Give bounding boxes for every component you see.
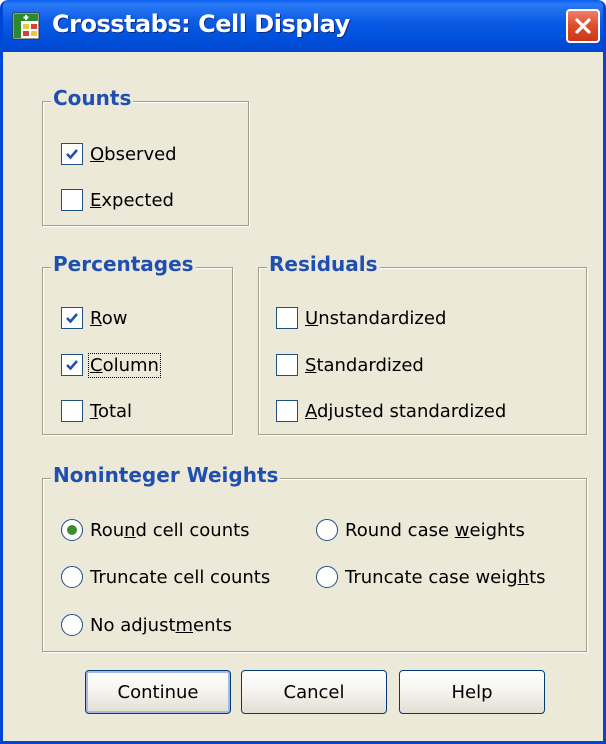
unstandardized-label: Unstandardized: [305, 307, 447, 329]
dialog-window: Crosstabs: Cell Display Counts Observed …: [0, 0, 606, 744]
expected-box[interactable]: [61, 189, 83, 211]
observed-checkbox[interactable]: Observed: [61, 143, 177, 165]
row-label: Row: [90, 307, 128, 329]
column-box[interactable]: [61, 354, 83, 376]
continue-button[interactable]: Continue: [85, 670, 231, 714]
checkmark-icon: [66, 360, 78, 371]
residuals-legend: Residuals: [267, 252, 380, 276]
truncate-case-weights-radio[interactable]: Truncate case weights: [316, 566, 546, 588]
truncate-case-weights-label: Truncate case weights: [345, 566, 546, 588]
checkmark-icon: [66, 313, 78, 324]
standardized-checkbox[interactable]: Standardized: [276, 354, 424, 376]
standardized-box[interactable]: [276, 354, 298, 376]
round-cell-counts-button[interactable]: [61, 519, 83, 541]
observed-box[interactable]: [61, 143, 83, 165]
title-bar[interactable]: Crosstabs: Cell Display: [3, 0, 603, 52]
adjusted-standardized-box[interactable]: [276, 400, 298, 422]
row-box[interactable]: [61, 307, 83, 329]
round-case-weights-label: Round case weights: [345, 519, 525, 541]
total-box[interactable]: [61, 400, 83, 422]
percentages-legend: Percentages: [51, 252, 196, 276]
unstandardized-checkbox[interactable]: Unstandardized: [276, 307, 446, 329]
counts-legend: Counts: [51, 86, 134, 110]
crosstabs-table-icon: [12, 12, 40, 40]
row-checkbox[interactable]: Row: [61, 307, 127, 329]
window-title: Crosstabs: Cell Display: [52, 10, 350, 38]
column-checkbox[interactable]: Column: [61, 352, 161, 378]
checkmark-icon: [66, 149, 78, 160]
radio-selected-dot: [67, 525, 77, 535]
round-cell-counts-radio[interactable]: Round cell counts: [61, 519, 250, 541]
close-button[interactable]: [566, 9, 600, 43]
unstandardized-box[interactable]: [276, 307, 298, 329]
expected-label: Expected: [90, 189, 174, 211]
round-case-weights-radio[interactable]: Round case weights: [316, 519, 525, 541]
no-adjustments-button[interactable]: [61, 614, 83, 636]
truncate-cell-counts-label: Truncate cell counts: [90, 566, 271, 588]
round-case-weights-button[interactable]: [316, 519, 338, 541]
no-adjustments-label: No adjustments: [90, 614, 232, 636]
adjusted-standardized-label: Adjusted standardized: [305, 400, 507, 422]
help-button[interactable]: Help: [399, 670, 545, 714]
standardized-label: Standardized: [305, 354, 424, 376]
truncate-case-weights-button[interactable]: [316, 566, 338, 588]
close-x-icon: [575, 18, 591, 34]
cancel-button[interactable]: Cancel: [241, 670, 387, 714]
round-cell-counts-label: Round cell counts: [90, 519, 250, 541]
expected-checkbox[interactable]: Expected: [61, 189, 174, 211]
observed-label: Observed: [90, 143, 177, 165]
total-label: Total: [90, 400, 133, 422]
no-adjustments-radio[interactable]: No adjustments: [61, 614, 232, 636]
truncate-cell-counts-radio[interactable]: Truncate cell counts: [61, 566, 270, 588]
adjusted-standardized-checkbox[interactable]: Adjusted standardized: [276, 400, 506, 422]
column-label: Column: [88, 352, 161, 378]
noninteger-weights-legend: Noninteger Weights: [51, 463, 281, 487]
truncate-cell-counts-button[interactable]: [61, 566, 83, 588]
total-checkbox[interactable]: Total: [61, 400, 132, 422]
